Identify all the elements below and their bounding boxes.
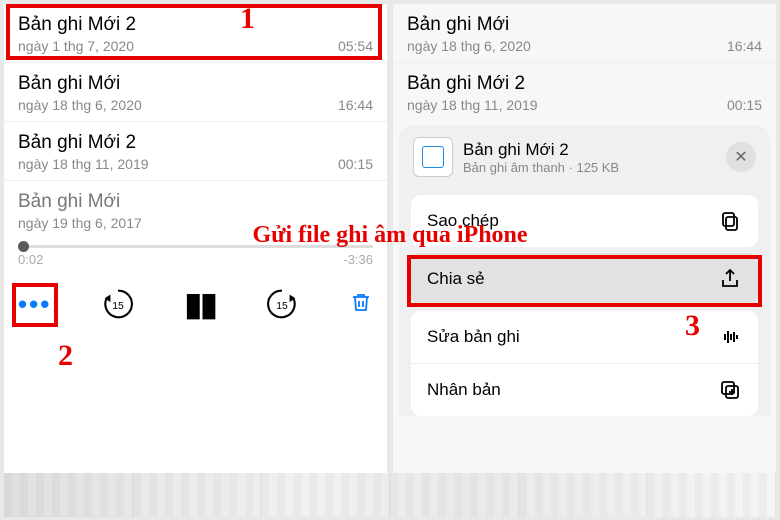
svg-text:15: 15	[277, 301, 289, 312]
close-button[interactable]: ✕	[726, 142, 756, 172]
thumbnail-strip	[4, 473, 776, 517]
recording-item[interactable]: Bản ghi Mới 2 ngày 18 thg 11, 2019 00:15	[393, 62, 776, 121]
action-label: Nhân bản	[427, 380, 501, 400]
waveform-icon	[718, 325, 742, 349]
playback-controls: ••• 15 ▮▮ 15	[4, 267, 387, 337]
copy-icon	[718, 209, 742, 233]
annotation-number-3: 3	[685, 309, 700, 343]
scrubber-thumb[interactable]	[18, 241, 29, 252]
file-icon	[413, 137, 453, 177]
recording-title: Bản ghi Mới	[407, 14, 762, 36]
annotation-box-3	[407, 255, 762, 307]
right-panel: Bản ghi Mới ngày 18 thg 6, 2020 16:44 Bả…	[393, 4, 776, 516]
delete-button[interactable]	[349, 290, 373, 319]
recording-duration: 00:15	[338, 156, 373, 172]
recording-item[interactable]: Bản ghi Mới ngày 18 thg 6, 2020 16:44	[393, 4, 776, 62]
remaining-time: -3:36	[343, 252, 373, 267]
sheet-file-title: Bản ghi Mới 2	[463, 140, 716, 160]
forward-15-button[interactable]: 15	[263, 285, 301, 323]
recording-title: Bản ghi Mới 2	[407, 73, 762, 95]
annotation-box-1	[6, 4, 382, 60]
duplicate-icon	[718, 378, 742, 402]
recording-date: ngày 18 thg 11, 2019	[18, 156, 149, 172]
recording-duration: 00:15	[727, 97, 762, 113]
recording-date: ngày 19 thg 6, 2017	[18, 215, 142, 231]
recording-date: ngày 18 thg 6, 2020	[407, 38, 531, 54]
action-label: Sửa bản ghi	[427, 327, 520, 347]
recording-date: ngày 18 thg 6, 2020	[18, 97, 142, 113]
recording-title: Bản ghi Mới	[18, 191, 373, 213]
svg-text:15: 15	[112, 301, 124, 312]
duplicate-action[interactable]: Nhân bản	[411, 363, 758, 416]
recording-item[interactable]: Bản ghi Mới 2 ngày 18 thg 11, 2019 00:15	[4, 121, 387, 180]
recording-date: ngày 18 thg 11, 2019	[407, 97, 538, 113]
annotation-number-2: 2	[58, 339, 73, 373]
elapsed-time: 0:02	[18, 252, 43, 267]
tutorial-caption: Gửi file ghi âm qua iPhone	[252, 222, 527, 249]
pause-button[interactable]: ▮▮	[185, 285, 216, 323]
recording-duration: 16:44	[338, 97, 373, 113]
edit-action[interactable]: Sửa bản ghi	[411, 311, 758, 363]
annotation-number-1: 1	[240, 4, 255, 36]
recording-title: Bản ghi Mới 2	[18, 132, 373, 154]
recording-duration: 16:44	[727, 38, 762, 54]
share-sheet: Bản ghi Mới 2 Bản ghi âm thanh · 125 KB …	[399, 125, 770, 416]
annotation-box-2	[12, 283, 58, 327]
left-panel: 1 Bản ghi Mới 2 ngày 1 thg 7, 2020 05:54…	[4, 4, 387, 516]
recording-item[interactable]: Bản ghi Mới ngày 18 thg 6, 2020 16:44	[4, 62, 387, 121]
rewind-15-button[interactable]: 15	[99, 285, 137, 323]
sheet-file-meta: Bản ghi âm thanh · 125 KB	[463, 160, 716, 175]
recording-title: Bản ghi Mới	[18, 73, 373, 95]
